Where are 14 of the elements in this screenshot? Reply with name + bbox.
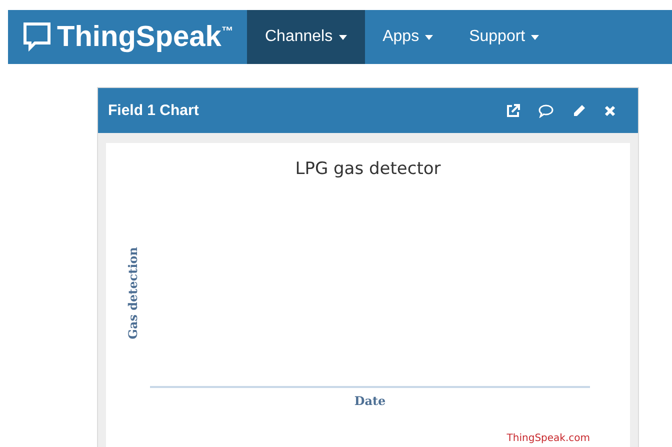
external-link-icon[interactable] [506, 104, 520, 118]
nav-menu[interactable]: Support [451, 10, 558, 64]
nav-menu[interactable]: Apps [364, 10, 452, 64]
x-axis-label: Date [354, 394, 386, 408]
chart-title: LPG gas detector [295, 159, 441, 179]
brand-logo[interactable]: ThingSpeak™ [57, 20, 234, 54]
close-icon[interactable] [604, 104, 616, 116]
panel-title: Field 1 Chart [108, 102, 200, 119]
y-axis-label: Gas detection [126, 246, 140, 340]
comment-icon[interactable] [538, 104, 554, 118]
pencil-icon[interactable] [572, 104, 586, 118]
speech-bubble-icon [23, 22, 51, 52]
credit-link[interactable]: ThingSpeak.com [506, 427, 590, 447]
nav-menu[interactable]: Channels [247, 10, 365, 64]
